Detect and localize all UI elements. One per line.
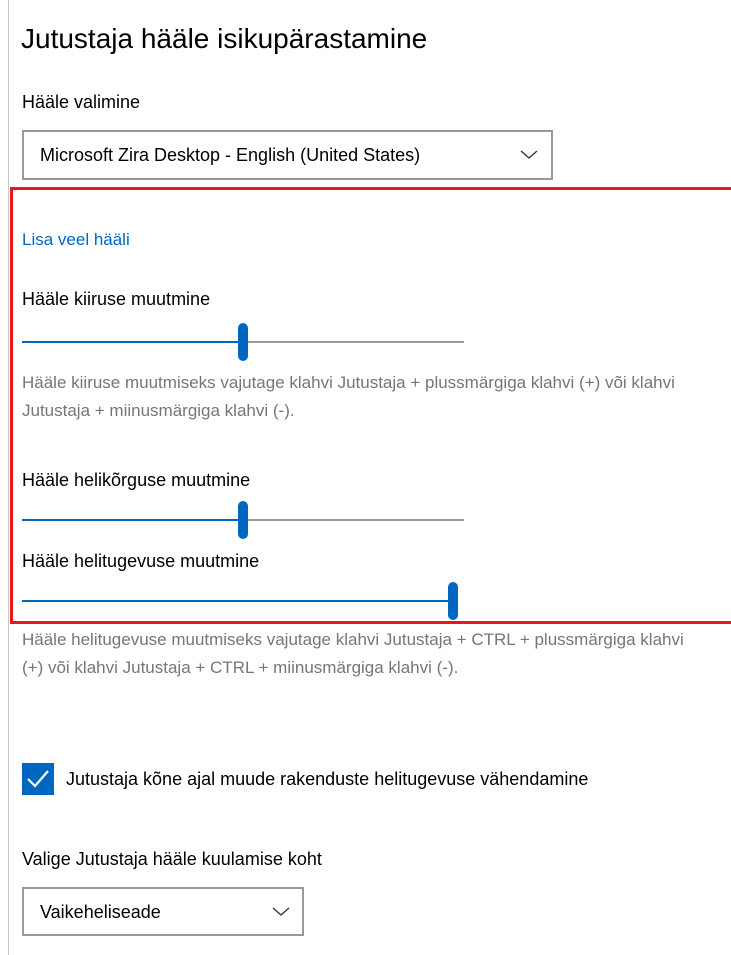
voice-select-label: Hääle valimine xyxy=(22,92,141,112)
pitch-slider[interactable] xyxy=(22,500,464,540)
speed-help-text: Hääle kiiruse muutmiseks vajutage klahvi… xyxy=(22,373,675,420)
pitch-slider-thumb[interactable] xyxy=(238,501,248,539)
add-voices-link[interactable]: Lisa veel hääli xyxy=(22,228,130,252)
voice-select-dropdown[interactable]: Microsoft Zira Desktop - English (United… xyxy=(22,130,553,180)
lower-volume-checkbox[interactable] xyxy=(22,763,54,795)
volume-slider-fill xyxy=(22,600,458,602)
chevron-down-icon xyxy=(520,150,538,159)
speed-label: Hääle kiiruse muutmine xyxy=(22,289,211,309)
pitch-label: Hääle helikõrguse muutmine xyxy=(22,470,251,490)
volume-label: Hääle helitugevuse muutmine xyxy=(22,551,260,571)
lower-volume-checkbox-label[interactable]: Jutustaja kõne ajal muude rakenduste hel… xyxy=(66,767,588,791)
speed-slider[interactable] xyxy=(22,322,464,362)
speed-slider-thumb[interactable] xyxy=(238,323,248,361)
volume-slider[interactable] xyxy=(22,581,458,621)
checkmark-icon xyxy=(27,770,49,788)
page-title: Jutustaja hääle isikupärastamine xyxy=(21,23,428,54)
chevron-down-icon xyxy=(272,907,290,916)
output-select-value: Vaikeheliseade xyxy=(40,902,161,922)
speed-slider-fill xyxy=(22,341,243,343)
output-select-label: Valige Jutustaja hääle kuulamise koht xyxy=(22,849,322,869)
voice-select-value: Microsoft Zira Desktop - English (United… xyxy=(40,145,421,165)
volume-slider-thumb[interactable] xyxy=(448,582,458,620)
left-border xyxy=(8,0,9,955)
output-select-dropdown[interactable]: Vaikeheliseade xyxy=(22,887,304,936)
volume-help-text: Hääle helitugevuse muutmiseks vajutage k… xyxy=(22,630,684,677)
pitch-slider-fill xyxy=(22,519,243,521)
